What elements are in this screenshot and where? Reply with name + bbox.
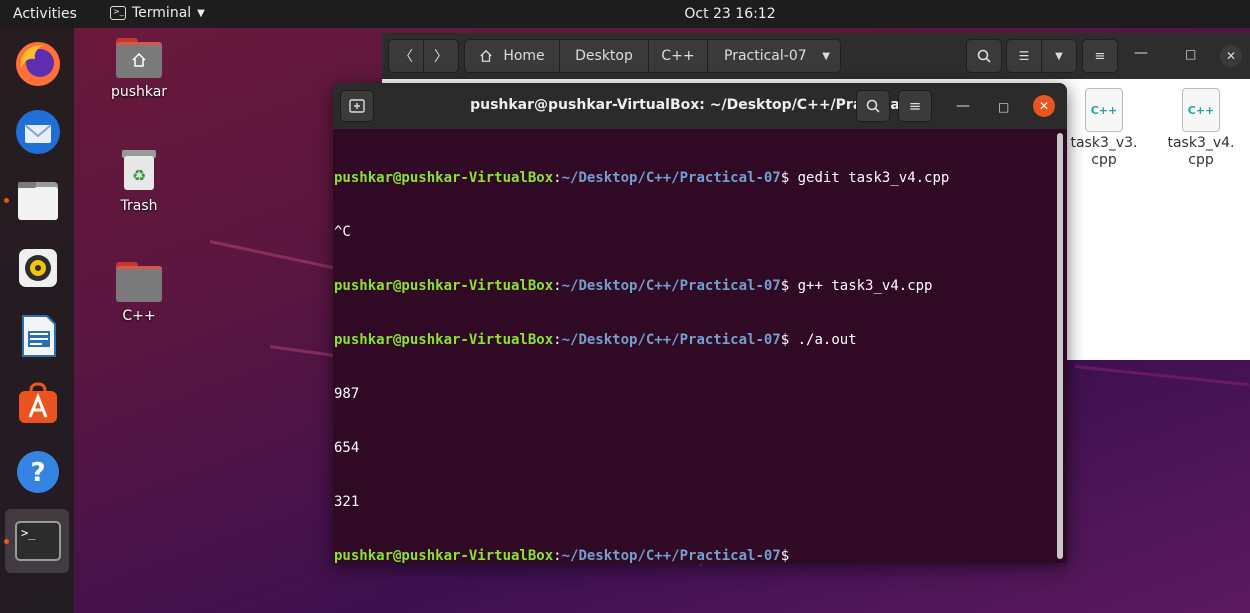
svg-text:♻: ♻ [132, 166, 146, 185]
chevron-right-icon: 〉 [434, 49, 448, 65]
prompt-path: ~/Desktop/C++/Practical-07 [561, 278, 781, 294]
home-icon [480, 49, 493, 62]
trash-icon: ♻ [122, 150, 156, 190]
maximize-button[interactable]: □ [998, 100, 1009, 114]
back-button[interactable]: 〈 [388, 39, 424, 73]
dock: ? >_ [0, 28, 74, 613]
software-icon[interactable] [12, 378, 64, 430]
search-icon [977, 49, 991, 63]
terminal-headerbar: pushkar@pushkar-VirtualBox: ~/Desktop/C+… [333, 83, 1067, 129]
chevron-left-icon: 〈 [399, 49, 413, 65]
file-name-line: cpp [1188, 152, 1214, 168]
help-icon[interactable]: ? [12, 446, 64, 498]
hamburger-icon: ≡ [1094, 48, 1106, 64]
cpp-file-icon: C++ [1085, 88, 1123, 132]
file-name-line: task3_v4. [1167, 135, 1235, 151]
close-icon: ✕ [1038, 99, 1050, 113]
file-item[interactable]: C++ task3_v4. cpp [1161, 88, 1241, 169]
desktop-icon-label: Trash [120, 198, 158, 214]
libreoffice-writer-icon[interactable] [12, 310, 64, 362]
breadcrumb-practical-07[interactable]: Practical-07 ▼ [707, 39, 841, 73]
terminal-window: pushkar@pushkar-VirtualBox: ~/Desktop/C+… [333, 83, 1067, 563]
minimize-button[interactable]: — [1134, 45, 1148, 61]
cpp-file-icon: C++ [1182, 88, 1220, 132]
file-name: task3_v3. cpp [1064, 135, 1144, 169]
hamburger-icon: ≡ [908, 97, 922, 115]
view-options-button[interactable]: ▼ [1041, 39, 1077, 73]
prompt-user: pushkar@pushkar-VirtualBox [334, 548, 554, 563]
breadcrumb-desktop[interactable]: Desktop [559, 39, 649, 73]
desktop-icon-label: C++ [122, 308, 156, 324]
menu-button[interactable]: ≡ [898, 90, 932, 122]
command-text: ./a.out [789, 332, 857, 348]
breadcrumb-cpp[interactable]: C++ [648, 39, 708, 73]
breadcrumb-home[interactable]: Home [464, 39, 560, 73]
command-text: gedit task3_v4.cpp [789, 170, 950, 186]
search-button[interactable] [966, 39, 1002, 73]
list-view-icon: ☰ [1018, 49, 1030, 63]
desktop-icon-trash[interactable]: ♻ Trash [99, 148, 179, 214]
top-bar: Activities >_ Terminal ▼ Oct 23 16:12 [0, 0, 1250, 28]
prompt-user: pushkar@pushkar-VirtualBox [334, 332, 554, 348]
prompt-path: ~/Desktop/C++/Practical-07 [561, 548, 781, 563]
file-item[interactable]: C++ task3_v3. cpp [1064, 88, 1144, 169]
running-indicator [4, 198, 9, 203]
prompt-path: ~/Desktop/C++/Practical-07 [561, 170, 781, 186]
files-icon[interactable] [12, 174, 64, 226]
forward-button[interactable]: 〉 [423, 39, 459, 73]
prompt-user: pushkar@pushkar-VirtualBox [334, 170, 554, 186]
desktop-icon-cpp-folder[interactable]: C++ [99, 262, 179, 324]
folder-icon [116, 262, 162, 302]
desktop-icon-home[interactable]: pushkar [99, 38, 179, 100]
home-folder-icon [116, 38, 162, 78]
terminal-line: pushkar@pushkar-VirtualBox:~/Desktop/C++… [334, 548, 790, 563]
desktop-icon-label: pushkar [110, 84, 168, 100]
file-name-line: task3_v3. [1070, 135, 1138, 151]
file-name-line: cpp [1091, 152, 1117, 168]
chevron-down-icon: ▼ [822, 50, 830, 62]
command-text: g++ task3_v4.cpp [789, 278, 933, 294]
maximize-button[interactable]: □ [1185, 47, 1196, 61]
search-button[interactable] [856, 90, 890, 122]
file-manager-headerbar: 〈 〉 Home Desktop C++ Practical-07 ▼ ☰ ▼ … [382, 33, 1250, 79]
firefox-icon[interactable] [12, 38, 64, 90]
svg-text:?: ? [30, 458, 45, 488]
close-button[interactable]: ✕ [1220, 45, 1242, 67]
terminal-line: pushkar@pushkar-VirtualBox:~/Desktop/C++… [334, 278, 933, 294]
file-name: task3_v4. cpp [1161, 135, 1241, 169]
rhythmbox-icon[interactable] [12, 242, 64, 294]
close-button[interactable]: ✕ [1033, 95, 1055, 117]
terminal-line: 654 [334, 440, 360, 456]
search-icon [866, 99, 880, 113]
breadcrumb-label: Home [503, 48, 545, 64]
wallpaper-streak [1074, 365, 1250, 387]
terminal-line: ^C [334, 224, 351, 240]
prompt-path: ~/Desktop/C++/Practical-07 [561, 332, 781, 348]
close-icon: ✕ [1225, 49, 1237, 63]
scrollbar[interactable] [1057, 133, 1063, 559]
menu-button[interactable]: ≡ [1082, 39, 1118, 73]
terminal-output[interactable]: pushkar@pushkar-VirtualBox:~/Desktop/C++… [333, 133, 1057, 563]
terminal-icon[interactable]: >_ [12, 515, 64, 567]
breadcrumb-label: C++ [661, 48, 695, 64]
terminal-line: pushkar@pushkar-VirtualBox:~/Desktop/C++… [334, 332, 857, 348]
svg-text:>_: >_ [21, 526, 36, 540]
terminal-line: 321 [334, 494, 360, 510]
running-indicator [4, 539, 9, 544]
clock[interactable]: Oct 23 16:12 [0, 6, 1250, 22]
view-list-button[interactable]: ☰ [1006, 39, 1042, 73]
minimize-button[interactable]: — [956, 98, 970, 114]
breadcrumb-label: Practical-07 [724, 48, 807, 64]
terminal-line: 987 [334, 386, 360, 402]
thunderbird-icon[interactable] [12, 106, 64, 158]
terminal-line: pushkar@pushkar-VirtualBox:~/Desktop/C++… [334, 170, 950, 186]
breadcrumb-label: Desktop [575, 48, 633, 64]
prompt-user: pushkar@pushkar-VirtualBox [334, 278, 554, 294]
chevron-down-icon: ▼ [1055, 50, 1063, 62]
